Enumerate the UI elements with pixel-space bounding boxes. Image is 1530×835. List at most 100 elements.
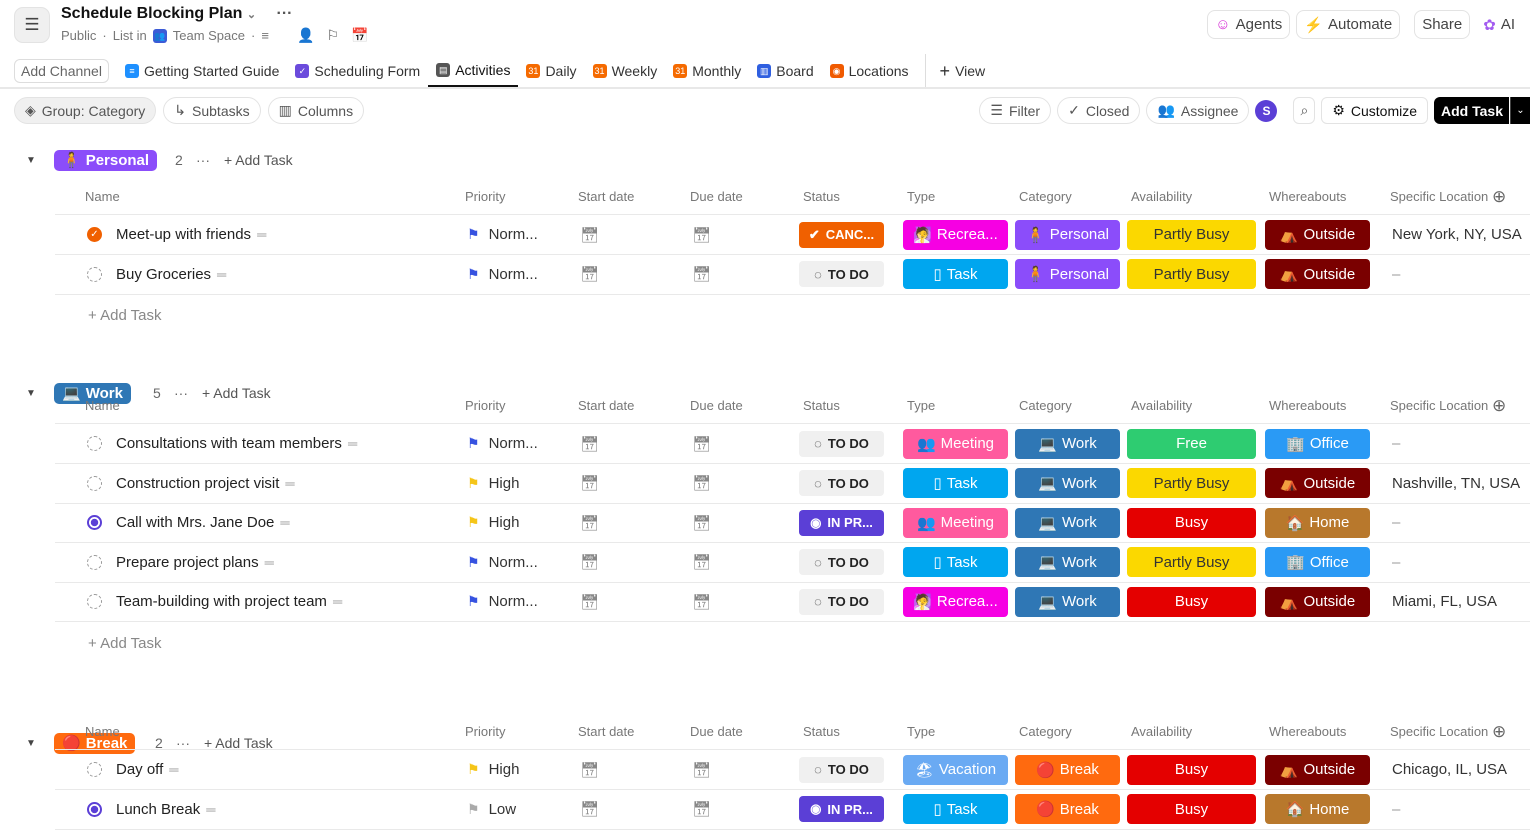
status-badge[interactable]: ✔ CANC... bbox=[799, 221, 884, 248]
group-tag[interactable]: 🧍 Personal bbox=[54, 149, 158, 171]
add-task-button[interactable]: Add Task bbox=[1434, 97, 1509, 124]
task-status-checkbox[interactable] bbox=[87, 594, 102, 609]
due-date-calendar-icon[interactable]: 📅︎ bbox=[686, 265, 799, 283]
category-badge[interactable]: 🧍 Personal bbox=[1015, 259, 1120, 289]
add-channel-button[interactable]: Add Channel bbox=[14, 59, 109, 83]
column-header-availability[interactable]: Availability bbox=[1127, 189, 1265, 204]
priority-cell[interactable]: ⚑ Norm... bbox=[461, 554, 574, 571]
category-badge[interactable]: 💻 Work bbox=[1015, 507, 1120, 538]
column-header-specific-location[interactable]: Specific Location bbox=[1386, 189, 1530, 204]
priority-cell[interactable]: ⚑ High bbox=[461, 475, 574, 492]
tab-activities[interactable]: ▤ Activities bbox=[428, 54, 519, 88]
task-name[interactable]: Team-building with project team ═ bbox=[102, 593, 342, 610]
availability-badge[interactable]: Partly Busy bbox=[1127, 468, 1256, 498]
status-badge[interactable]: ◌ TO DO bbox=[799, 430, 884, 457]
task-row[interactable]: Team-building with project team ═ ⚑ Norm...… bbox=[55, 582, 1530, 622]
task-name[interactable]: Day off ═ bbox=[102, 761, 178, 778]
more-icon[interactable]: ··· bbox=[196, 152, 210, 168]
category-badge[interactable]: 💻 Work bbox=[1015, 428, 1120, 459]
task-status-checkbox[interactable] bbox=[87, 266, 102, 282]
specific-location-cell[interactable]: Chicago, IL, USA bbox=[1386, 761, 1530, 778]
task-row[interactable]: Buy Groceries ═ ⚑ Norm... 📅︎ 📅︎ ◌ TO DO ▯ Task 🧍 Pe… bbox=[55, 255, 1530, 295]
task-status-checkbox[interactable] bbox=[87, 554, 102, 570]
ai-button[interactable]: ✿ AI bbox=[1476, 10, 1522, 39]
type-badge[interactable]: 🏖 Vacation bbox=[903, 754, 1008, 785]
due-date-calendar-icon[interactable]: 📅︎ bbox=[686, 514, 799, 532]
start-date-calendar-icon[interactable]: 📅︎ bbox=[574, 265, 686, 283]
availability-badge[interactable]: Partly Busy bbox=[1127, 547, 1256, 577]
whereabouts-badge[interactable]: ⛺ Outside bbox=[1265, 754, 1370, 785]
whereabouts-badge[interactable]: 🏢 Office bbox=[1265, 428, 1370, 459]
group-add-task-button[interactable]: + Add Task bbox=[224, 152, 293, 168]
assignee-button[interactable]: 👥 Assignee bbox=[1146, 97, 1250, 124]
due-date-calendar-icon[interactable]: 📅︎ bbox=[686, 553, 799, 571]
due-date-calendar-icon[interactable]: 📅︎ bbox=[686, 474, 799, 492]
column-header-start-date[interactable]: Start date bbox=[574, 724, 686, 739]
task-name[interactable]: Consultations with team members ═ bbox=[102, 435, 357, 452]
type-badge[interactable]: ▯ Task bbox=[903, 259, 1008, 289]
assignee-icon[interactable]: 👤 bbox=[297, 27, 314, 44]
start-date-calendar-icon[interactable]: 📅︎ bbox=[574, 435, 686, 453]
task-name[interactable]: Prepare project plans ═ bbox=[102, 554, 274, 571]
specific-location-cell[interactable]: – bbox=[1386, 266, 1530, 283]
start-date-calendar-icon[interactable]: 📅︎ bbox=[574, 514, 686, 532]
more-icon[interactable]: ··· bbox=[277, 5, 293, 22]
task-name[interactable]: Lunch Break ═ bbox=[102, 801, 215, 818]
flag-icon[interactable]: ⚐ bbox=[326, 27, 339, 44]
priority-cell[interactable]: ⚑ High bbox=[461, 514, 574, 531]
specific-location-cell[interactable]: – bbox=[1386, 554, 1530, 571]
category-badge[interactable]: 💻 Work bbox=[1015, 586, 1120, 617]
group-by-button[interactable]: ◈ Group: Category bbox=[14, 97, 157, 124]
type-badge[interactable]: ▯ Task bbox=[903, 794, 1008, 824]
start-date-calendar-icon[interactable]: 📅︎ bbox=[574, 761, 686, 779]
availability-badge[interactable]: Busy bbox=[1127, 586, 1256, 617]
column-header-whereabouts[interactable]: Whereabouts bbox=[1265, 724, 1386, 739]
due-date-calendar-icon[interactable]: 📅︎ bbox=[686, 761, 799, 779]
type-badge[interactable]: 👥 Meeting bbox=[903, 428, 1008, 459]
category-badge[interactable]: 🔴 Break bbox=[1015, 754, 1120, 785]
availability-badge[interactable]: Busy bbox=[1127, 507, 1256, 538]
type-badge[interactable]: ▯ Task bbox=[903, 547, 1008, 577]
customize-button[interactable]: ⚙ Customize bbox=[1321, 97, 1429, 124]
column-header-start-date[interactable]: Start date bbox=[574, 398, 686, 413]
whereabouts-badge[interactable]: ⛺ Outside bbox=[1265, 259, 1370, 289]
column-header-whereabouts[interactable]: Whereabouts bbox=[1265, 189, 1386, 204]
sidebar-toggle-button[interactable]: ☰ bbox=[14, 7, 50, 43]
closed-button[interactable]: ✓ Closed bbox=[1057, 97, 1141, 124]
column-header-category[interactable]: Category bbox=[1015, 398, 1127, 413]
task-title[interactable]: Buy Groceries bbox=[116, 266, 211, 283]
column-header-type[interactable]: Type bbox=[903, 398, 1015, 413]
due-date-calendar-icon[interactable]: 📅︎ bbox=[686, 593, 799, 611]
column-header-name[interactable]: Name bbox=[85, 724, 461, 739]
task-status-checkbox[interactable] bbox=[87, 801, 102, 817]
task-name[interactable]: Meet-up with friends ═ bbox=[102, 226, 266, 243]
task-row[interactable]: Lunch Break ═ ⚑ Low 📅︎ 📅︎ ◉ IN PR... ▯ Task 🔴 Break… bbox=[55, 790, 1530, 830]
chevron-down-icon[interactable]: ⌄ bbox=[247, 9, 256, 21]
priority-cell[interactable]: ⚑ Norm... bbox=[461, 435, 574, 452]
column-header-priority[interactable]: Priority bbox=[461, 398, 574, 413]
whereabouts-badge[interactable]: 🏠 Home bbox=[1265, 507, 1370, 538]
category-badge[interactable]: 🔴 Break bbox=[1015, 794, 1120, 824]
category-badge[interactable]: 🧍 Personal bbox=[1015, 219, 1120, 250]
whereabouts-badge[interactable]: 🏠 Home bbox=[1265, 794, 1370, 824]
column-header-whereabouts[interactable]: Whereabouts bbox=[1265, 398, 1386, 413]
status-badge[interactable]: ◌ TO DO bbox=[799, 549, 884, 575]
column-header-start-date[interactable]: Start date bbox=[574, 189, 686, 204]
task-title[interactable]: Call with Mrs. Jane Doe bbox=[116, 514, 274, 531]
column-header-name[interactable]: Name bbox=[85, 398, 461, 413]
column-header-type[interactable]: Type bbox=[903, 724, 1015, 739]
status-badge[interactable]: ◌ TO DO bbox=[799, 261, 884, 287]
start-date-calendar-icon[interactable]: 📅︎ bbox=[574, 800, 686, 818]
column-header-due-date[interactable]: Due date bbox=[686, 724, 799, 739]
task-title[interactable]: Day off bbox=[116, 761, 163, 778]
task-row[interactable]: Prepare project plans ═ ⚑ Norm... 📅︎ 📅︎ ◌ TO DO… bbox=[55, 543, 1530, 583]
search-button[interactable]: ⌕ bbox=[1293, 97, 1316, 124]
start-date-calendar-icon[interactable]: 📅︎ bbox=[574, 474, 686, 492]
task-title[interactable]: Lunch Break bbox=[116, 801, 200, 818]
tab-getting-started-guide[interactable]: ≡ Getting Started Guide bbox=[117, 54, 287, 88]
task-row[interactable]: Construction project visit ═ ⚑ High 📅︎ 📅︎ ◌ TO … bbox=[55, 464, 1530, 504]
description-icon[interactable]: ≡ bbox=[261, 28, 269, 43]
column-header-name[interactable]: Name bbox=[85, 189, 461, 204]
add-column-icon[interactable]: ⊕ bbox=[1492, 187, 1506, 207]
task-status-checkbox[interactable] bbox=[87, 475, 102, 491]
